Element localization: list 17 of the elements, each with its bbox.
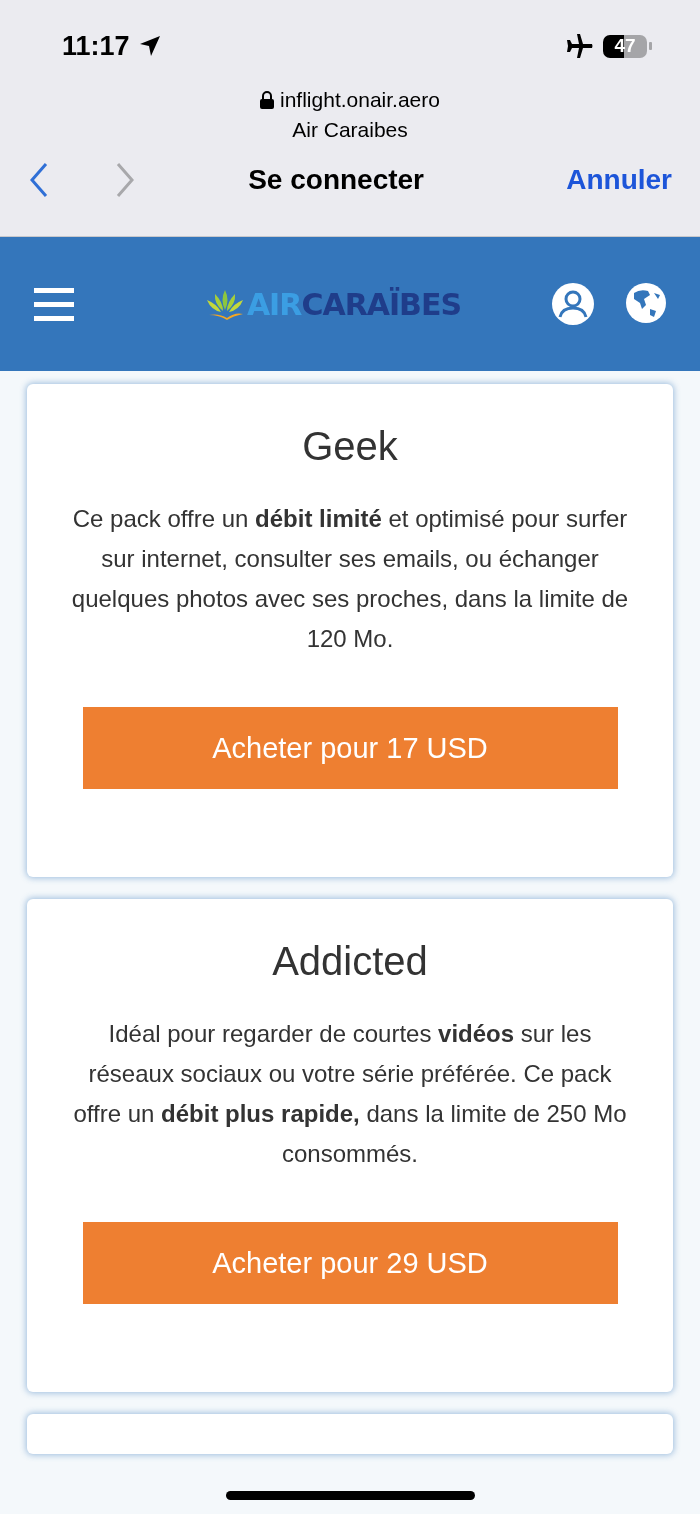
- page-site-name: Air Caraibes: [292, 118, 408, 142]
- clock: 11:17: [62, 30, 130, 62]
- globe-icon[interactable]: [626, 283, 666, 323]
- buy-button[interactable]: Acheter pour 17 USD: [82, 707, 618, 789]
- pack-description: Idéal pour regarder de courtes vidéos sur les réseaux sociaux ou votre série préférée. Ce pack offre un débit plus rapide, dans la limite de 250 Mo consommés.: [72, 1019, 628, 1169]
- lock-icon: [260, 91, 274, 109]
- menu-icon[interactable]: [34, 286, 74, 322]
- page-domain: inflight.onair.aero: [280, 88, 440, 112]
- user-account-icon[interactable]: [552, 283, 594, 325]
- sheet-title: Se connecter: [247, 164, 426, 196]
- cancel-link[interactable]: Annuler: [566, 164, 672, 196]
- pack-title: Addicted: [272, 939, 428, 984]
- pack-title: Geek: [302, 424, 398, 469]
- buy-button[interactable]: Acheter pour 29 USD: [82, 1222, 618, 1304]
- leaf-logo-icon: [204, 288, 245, 320]
- airplane-icon: [565, 33, 593, 59]
- pack-description: Ce pack offre un débit limité et optimisé pour surfer sur internet, consulter ses emails, ou échanger quelques photos avec ses proches, dans la limite de 120 Mo.: [70, 504, 630, 654]
